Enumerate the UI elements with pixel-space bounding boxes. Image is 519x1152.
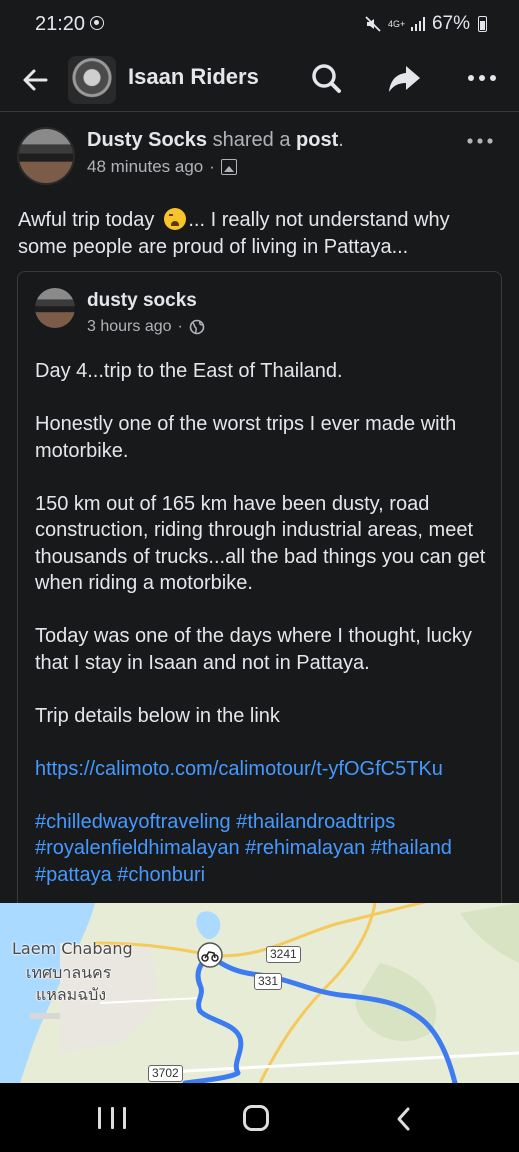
post-timestamp[interactable]: 48 minutes ago: [87, 157, 203, 177]
road-shield: 331: [254, 973, 283, 990]
shared-post-meta: 3 hours ago ·: [87, 318, 205, 336]
meta-dot: ·: [209, 157, 215, 176]
status-indicators: 4G+ 67%: [364, 13, 487, 35]
post-text: Awful trip today... I really not underst…: [18, 207, 503, 261]
mute-icon: [365, 16, 381, 32]
globe-icon: [189, 319, 205, 335]
shared-author-name[interactable]: dusty socks: [87, 290, 197, 312]
shared-paragraph: Trip details below in the link: [35, 704, 280, 727]
shared-paragraph: Day 4...trip to the East of Thailand.: [35, 360, 343, 382]
network-type: 4G+: [387, 18, 406, 29]
status-bar: 21:20 4G+ 67%: [0, 0, 519, 48]
shared-post-card[interactable]: dusty socks 3 hours ago · Day 4...trip t…: [17, 271, 502, 911]
post-text-part-1: Awful trip today: [18, 209, 155, 231]
shared-post-body: Day 4...trip to the East of Thailand. Ho…: [35, 358, 495, 915]
road-shield: 3702: [148, 1065, 183, 1082]
album-icon: [220, 159, 237, 175]
post-meta: 48 minutes ago ·: [87, 157, 237, 177]
weary-face-emoji-icon: [164, 208, 187, 230]
trip-link[interactable]: https://calimoto.com/calimotour/t-yfOGfC…: [35, 756, 495, 783]
share-icon[interactable]: [384, 58, 424, 98]
back-arrow-icon[interactable]: [16, 60, 56, 100]
signal-icon: [410, 17, 425, 31]
meta-dot: ·: [177, 318, 183, 335]
status-time: 21:20: [35, 13, 86, 35]
battery-icon: [478, 16, 487, 32]
action-end: .: [338, 129, 344, 151]
post-author-line: Dusty Socks shared a post.: [87, 129, 344, 152]
shared-post-timestamp[interactable]: 3 hours ago: [87, 318, 172, 336]
author-avatar[interactable]: [17, 127, 75, 185]
system-nav-bar: [0, 1083, 519, 1152]
post-more-icon[interactable]: [460, 127, 500, 155]
shared-paragraph: 150 km out of 165 km have been dusty, ro…: [35, 492, 486, 595]
home-icon[interactable]: [243, 1105, 269, 1131]
shared-paragraph: Today was one of the days where I though…: [35, 625, 472, 674]
shared-author-avatar[interactable]: [35, 288, 75, 328]
map-place-label-thai: แหลมฉบัง: [36, 985, 107, 1004]
author-name[interactable]: Dusty Socks: [87, 129, 207, 151]
nav-back-icon[interactable]: [392, 1105, 416, 1133]
app-header: Isaan Riders: [0, 48, 519, 112]
hashtags[interactable]: #chilledwayoftraveling #thailandroadtrip…: [35, 809, 495, 889]
road-shield: 3241: [266, 946, 301, 963]
more-options-icon[interactable]: [462, 58, 502, 98]
group-avatar[interactable]: [68, 56, 116, 104]
action-text: shared a: [207, 129, 297, 151]
group-title[interactable]: Isaan Riders: [128, 64, 259, 90]
battery-percent: 67%: [431, 13, 470, 34]
map-place-label: Laem Chabang: [12, 939, 133, 958]
map-place-label-thai: เทศบาลนคร: [26, 963, 112, 982]
shared-paragraph: Honestly one of the worst trips I ever m…: [35, 413, 457, 462]
route-map[interactable]: Laem Chabang เทศบาลนคร แหลมฉบัง 3241 331…: [0, 903, 519, 1083]
recent-apps-icon[interactable]: [98, 1107, 126, 1131]
shared-post-link[interactable]: post: [296, 129, 338, 151]
notification-icon: [90, 16, 104, 30]
search-icon[interactable]: [306, 58, 346, 98]
